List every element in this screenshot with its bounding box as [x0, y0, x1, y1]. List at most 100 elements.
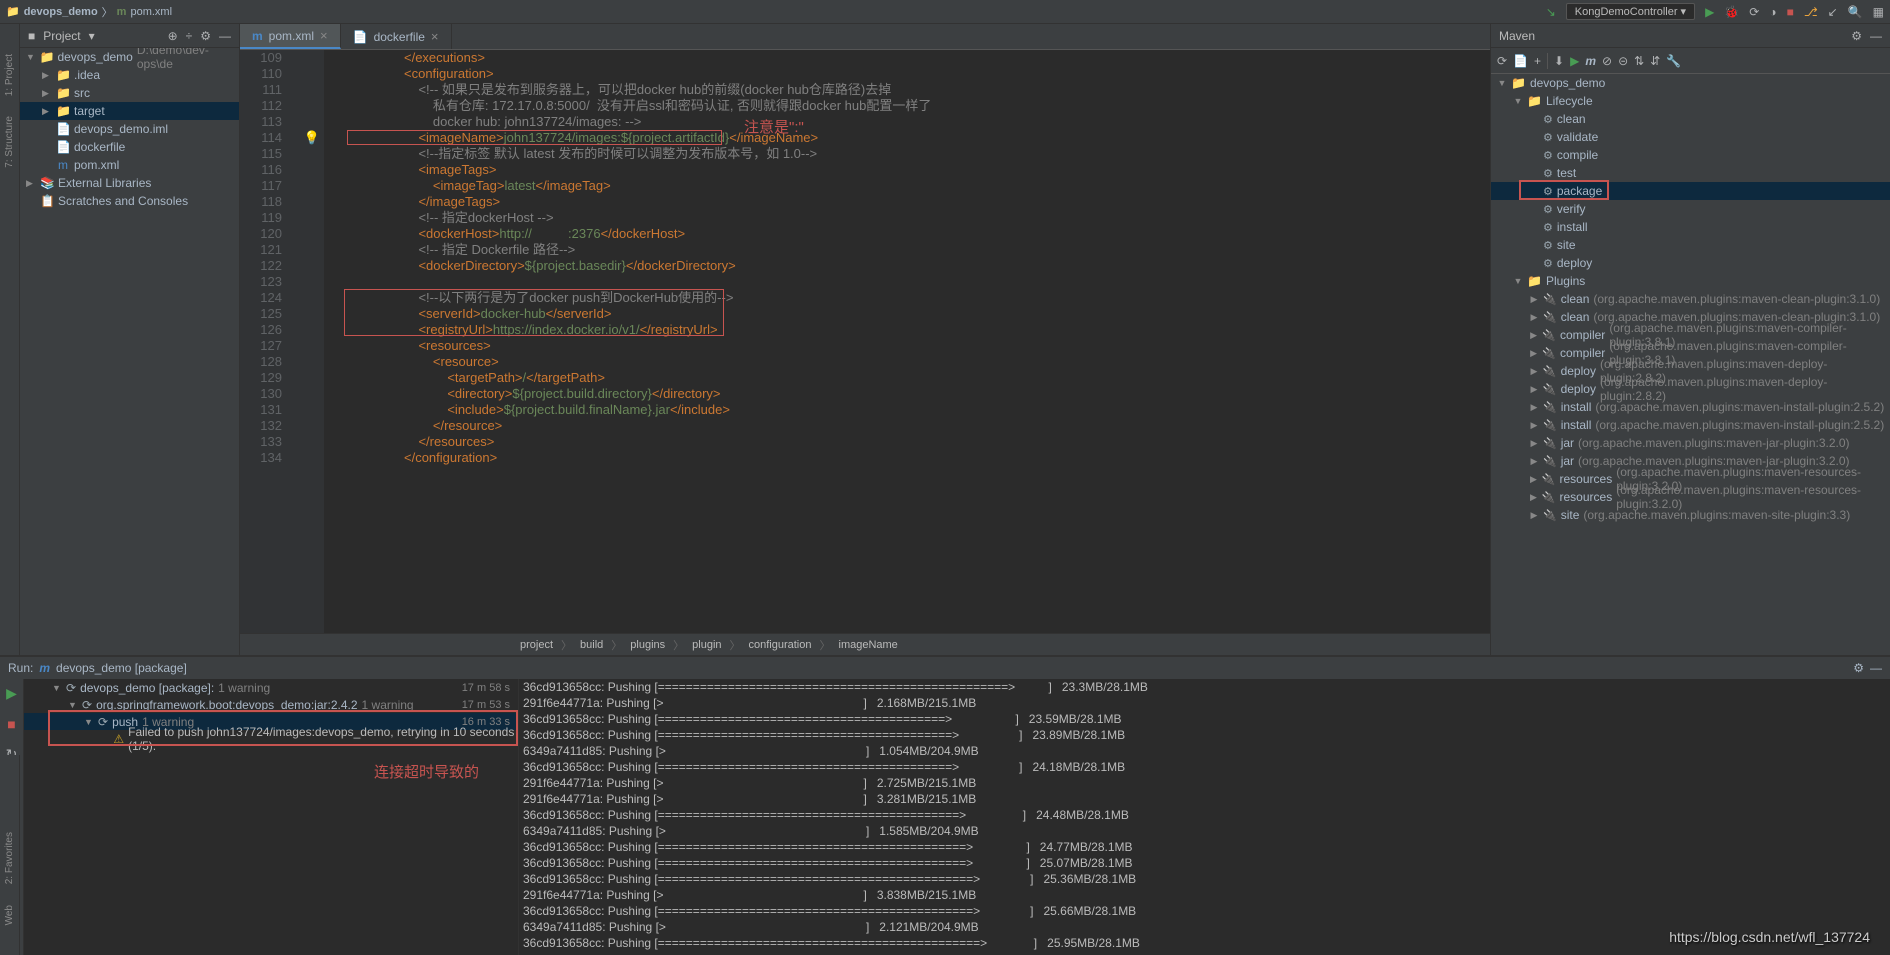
code-line[interactable]: <include>${project.build.finalName}.jar<…: [404, 402, 1490, 418]
add-icon[interactable]: +: [1534, 54, 1541, 68]
download-icon[interactable]: ⬇: [1554, 54, 1564, 68]
code-line[interactable]: </executions>: [404, 50, 1490, 66]
tree-item[interactable]: 📄devops_demo.iml: [20, 120, 239, 138]
breadcrumb-root[interactable]: devops_demo: [24, 6, 98, 18]
hide-icon[interactable]: —: [219, 29, 231, 43]
maven-item[interactable]: ⚙clean: [1491, 110, 1890, 128]
skip-tests-icon[interactable]: ⊝: [1618, 54, 1628, 68]
project-panel-title[interactable]: Project: [43, 29, 80, 43]
generate-icon[interactable]: 📄: [1513, 54, 1528, 68]
select-target-icon[interactable]: ⊕: [168, 29, 178, 43]
web-tool[interactable]: Web: [4, 905, 15, 925]
maven-item[interactable]: ⚙site: [1491, 236, 1890, 254]
structure-tool[interactable]: 7: Structure: [4, 116, 15, 168]
hide-icon[interactable]: —: [1870, 661, 1882, 675]
gear-icon[interactable]: ⚙: [1853, 661, 1864, 675]
code-line[interactable]: [404, 274, 1490, 290]
editor-tab[interactable]: mpom.xml×: [240, 24, 341, 49]
code-line[interactable]: <dockerHost>http:// :2376</dockerHost>: [404, 226, 1490, 242]
maven-item[interactable]: ⚙compile: [1491, 146, 1890, 164]
code-line[interactable]: </imageTags>: [404, 194, 1490, 210]
collapse-icon[interactable]: ⇵: [1650, 54, 1660, 68]
run-tree[interactable]: ▼⟳devops_demo [package]: 1 warning17 m 5…: [24, 679, 519, 955]
maven-item[interactable]: ▶🔌install (org.apache.maven.plugins:mave…: [1491, 416, 1890, 434]
maven-item[interactable]: ⚙verify: [1491, 200, 1890, 218]
stop-icon[interactable]: ■: [7, 716, 15, 732]
code-line[interactable]: <imageTag>latest</imageTag>: [404, 178, 1490, 194]
bulb-icon[interactable]: 💡: [300, 130, 324, 146]
editor[interactable]: 1091101111121131141151161171181191201211…: [240, 50, 1490, 633]
update-icon[interactable]: ↙: [1828, 5, 1838, 19]
build-icon[interactable]: ↘: [1546, 5, 1556, 19]
debug-icon[interactable]: 🐞: [1724, 5, 1739, 19]
project-tree[interactable]: ▼📁devops_demo D:\demo\dev-ops\de▶📁.idea▶…: [20, 48, 239, 655]
execute-icon[interactable]: m: [1585, 54, 1596, 68]
maven-item[interactable]: ▶🔌install (org.apache.maven.plugins:mave…: [1491, 398, 1890, 416]
code-line[interactable]: <targetPath>/</targetPath>: [404, 370, 1490, 386]
tree-item[interactable]: ▼📁devops_demo D:\demo\dev-ops\de: [20, 48, 239, 66]
maven-item[interactable]: ▼📁devops_demo: [1491, 74, 1890, 92]
profile-icon[interactable]: ◑: [1769, 5, 1776, 19]
close-icon[interactable]: ×: [320, 28, 328, 43]
maven-item[interactable]: ▼📁Lifecycle: [1491, 92, 1890, 110]
maven-item[interactable]: ▶🔌site (org.apache.maven.plugins:maven-s…: [1491, 506, 1890, 524]
tree-item[interactable]: ▶📚External Libraries: [20, 174, 239, 192]
expand-icon[interactable]: ⇅: [1634, 54, 1644, 68]
code-line[interactable]: <imageTags>: [404, 162, 1490, 178]
reload-icon[interactable]: ⟳: [1497, 54, 1507, 68]
run-config-dropdown[interactable]: KongDemoController ▾: [1566, 3, 1695, 20]
code-breadcrumb[interactable]: project〉build〉plugins〉plugin〉configurati…: [240, 633, 1490, 655]
breadcrumb-file[interactable]: pom.xml: [130, 6, 172, 18]
tree-item[interactable]: mpom.xml: [20, 156, 239, 174]
code-line[interactable]: <directory>${project.build.directory}</d…: [404, 386, 1490, 402]
stop-icon[interactable]: ■: [1787, 5, 1794, 19]
maven-item[interactable]: ⚙package: [1491, 182, 1890, 200]
code-line[interactable]: <!-- 如果只是发布到服务器上，可以把docker hub的前缀(docker…: [404, 82, 1490, 98]
code-line[interactable]: </configuration>: [404, 450, 1490, 466]
settings-icon[interactable]: 🔧: [1666, 54, 1681, 68]
gear-icon[interactable]: ⚙: [1851, 29, 1862, 43]
maven-item[interactable]: ▶🔌jar (org.apache.maven.plugins:maven-ja…: [1491, 434, 1890, 452]
maven-item[interactable]: ⚙deploy: [1491, 254, 1890, 272]
code-line[interactable]: <resource>: [404, 354, 1490, 370]
gear-icon[interactable]: ⚙: [200, 29, 211, 43]
run-tree-item[interactable]: ▼⟳devops_demo [package]: 1 warning17 m 5…: [24, 679, 518, 696]
code-line[interactable]: <!-- 指定dockerHost -->: [404, 210, 1490, 226]
run-icon[interactable]: ▶: [1705, 5, 1714, 19]
run-config-name[interactable]: devops_demo [package]: [56, 661, 187, 675]
code-line[interactable]: docker hub: john137724/images: -->: [404, 114, 1490, 130]
hide-icon[interactable]: —: [1870, 29, 1882, 43]
close-icon[interactable]: ×: [431, 29, 439, 44]
maven-item[interactable]: ⚙validate: [1491, 128, 1890, 146]
code-line[interactable]: <resources>: [404, 338, 1490, 354]
editor-tab[interactable]: 📄dockerfile×: [341, 24, 452, 49]
code-line[interactable]: <!-- 指定 Dockerfile 路径-->: [404, 242, 1490, 258]
tree-item[interactable]: ▶📁src: [20, 84, 239, 102]
code-area[interactable]: 注意是":" </executions><configuration> <!--…: [324, 50, 1490, 633]
coverage-icon[interactable]: ⟳: [1749, 5, 1759, 19]
code-line[interactable]: </resource>: [404, 418, 1490, 434]
code-line[interactable]: <configuration>: [404, 66, 1490, 82]
rerun-icon[interactable]: ▶: [6, 685, 17, 702]
favorites-tool[interactable]: 2: Favorites: [4, 832, 15, 884]
maven-item[interactable]: ⚙install: [1491, 218, 1890, 236]
maven-item[interactable]: ▶🔌deploy (org.apache.maven.plugins:maven…: [1491, 380, 1890, 398]
search-icon[interactable]: 🔍: [1848, 5, 1863, 19]
collapse-icon[interactable]: ÷: [186, 29, 193, 43]
project-tool[interactable]: 1: Project: [4, 54, 15, 96]
maven-item[interactable]: ▶🔌resources (org.apache.maven.plugins:ma…: [1491, 488, 1890, 506]
run-maven-icon[interactable]: ▶: [1570, 54, 1579, 68]
console-output[interactable]: 36cd913658cc: Pushing [=================…: [519, 679, 1890, 955]
code-line[interactable]: 私有仓库: 172.17.0.8:5000/ 没有开启ssl和密码认证, 否则就…: [404, 98, 1490, 114]
code-line[interactable]: </resources>: [404, 434, 1490, 450]
maven-tree[interactable]: ▼📁devops_demo▼📁Lifecycle⚙clean⚙validate⚙…: [1491, 74, 1890, 655]
tree-item[interactable]: 📋Scratches and Consoles: [20, 192, 239, 210]
offline-icon[interactable]: ⊘: [1602, 54, 1612, 68]
code-line[interactable]: <!--指定标签 默认 latest 发布的时候可以调整为发布版本号，如 1.0…: [404, 146, 1490, 162]
tree-item[interactable]: 📄dockerfile: [20, 138, 239, 156]
git-icon[interactable]: ⎇: [1804, 5, 1818, 19]
maven-item[interactable]: ▼📁Plugins: [1491, 272, 1890, 290]
code-line[interactable]: <dockerDirectory>${project.basedir}</doc…: [404, 258, 1490, 274]
tree-item[interactable]: ▶📁target: [20, 102, 239, 120]
structure-icon[interactable]: ▦: [1873, 5, 1884, 19]
